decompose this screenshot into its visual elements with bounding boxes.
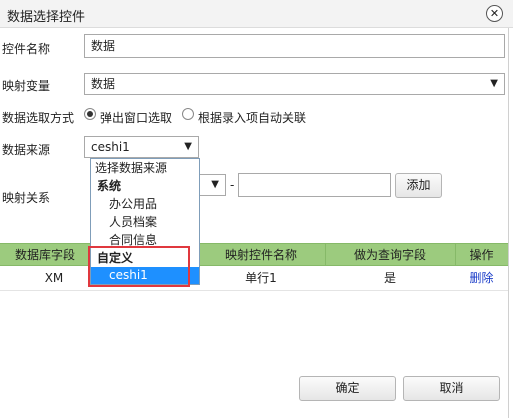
radio-auto-link[interactable] bbox=[182, 108, 194, 120]
db-field-select[interactable]: ▼ bbox=[196, 174, 226, 196]
ok-button[interactable]: 确定 bbox=[299, 376, 396, 401]
chevron-down-icon: ▼ bbox=[184, 141, 192, 152]
delete-link[interactable]: 删除 bbox=[455, 266, 508, 291]
mapping-relation-label: 映射关系 bbox=[2, 191, 51, 205]
control-name-input[interactable]: 数据 bbox=[84, 34, 505, 58]
mapping-control-input[interactable] bbox=[238, 173, 391, 197]
dialog-titlebar: 数据选择控件 ✕ bbox=[0, 0, 513, 28]
chevron-down-icon: ▼ bbox=[490, 78, 498, 89]
dropdown-placeholder[interactable]: 选择数据来源 bbox=[91, 160, 199, 177]
data-source-label: 数据来源 bbox=[2, 143, 51, 157]
dialog-right-border bbox=[508, 28, 509, 418]
dropdown-item-personnel[interactable]: 人员档案 bbox=[91, 214, 199, 231]
mapping-var-select[interactable]: 数据 ▼ bbox=[84, 73, 505, 95]
dialog-title: 数据选择控件 bbox=[7, 10, 86, 25]
add-button[interactable]: 添加 bbox=[395, 173, 442, 198]
dropdown-item-office-supplies[interactable]: 办公用品 bbox=[91, 196, 199, 213]
dropdown-item-ceshi1[interactable]: ceshi1 bbox=[91, 267, 199, 284]
data-source-value: ceshi1 bbox=[91, 140, 130, 154]
cell-mapping-control: 单行1 bbox=[245, 271, 277, 285]
cancel-button[interactable]: 取消 bbox=[403, 376, 500, 401]
column-db-field: 数据库字段 bbox=[14, 248, 75, 262]
radio-auto-link-label: 根据录入项自动关联 bbox=[198, 111, 307, 125]
chevron-down-icon: ▼ bbox=[211, 179, 219, 190]
mapping-var-label: 映射变量 bbox=[2, 79, 51, 93]
radio-popup[interactable] bbox=[84, 108, 96, 120]
column-action: 操作 bbox=[469, 248, 494, 262]
dropdown-item-contract[interactable]: 合同信息 bbox=[91, 232, 199, 249]
data-source-select[interactable]: ceshi1 ▼ bbox=[84, 136, 199, 158]
data-source-dropdown: 选择数据来源 系统 办公用品 人员档案 合同信息 自定义 ceshi1 bbox=[90, 158, 200, 285]
radio-popup-label: 弹出窗口选取 bbox=[100, 111, 173, 125]
data-mode-label: 数据选取方式 bbox=[2, 111, 75, 125]
cell-query-field: 是 bbox=[383, 271, 396, 285]
control-name-label: 控件名称 bbox=[2, 42, 51, 56]
table-header: 数据库字段 映射控件名称 做为查询字段 操作 bbox=[0, 243, 508, 266]
column-mapping-control: 映射控件名称 bbox=[224, 248, 297, 262]
mapping-var-value: 数据 bbox=[91, 77, 116, 91]
table-row: XM 单行1 是 删除 bbox=[0, 266, 508, 291]
close-icon[interactable]: ✕ bbox=[486, 5, 503, 22]
dropdown-group-custom: 自定义 bbox=[97, 251, 134, 265]
column-query-field: 做为查询字段 bbox=[353, 248, 426, 262]
dropdown-group-system: 系统 bbox=[97, 179, 122, 193]
mapping-dash: - bbox=[230, 178, 235, 192]
